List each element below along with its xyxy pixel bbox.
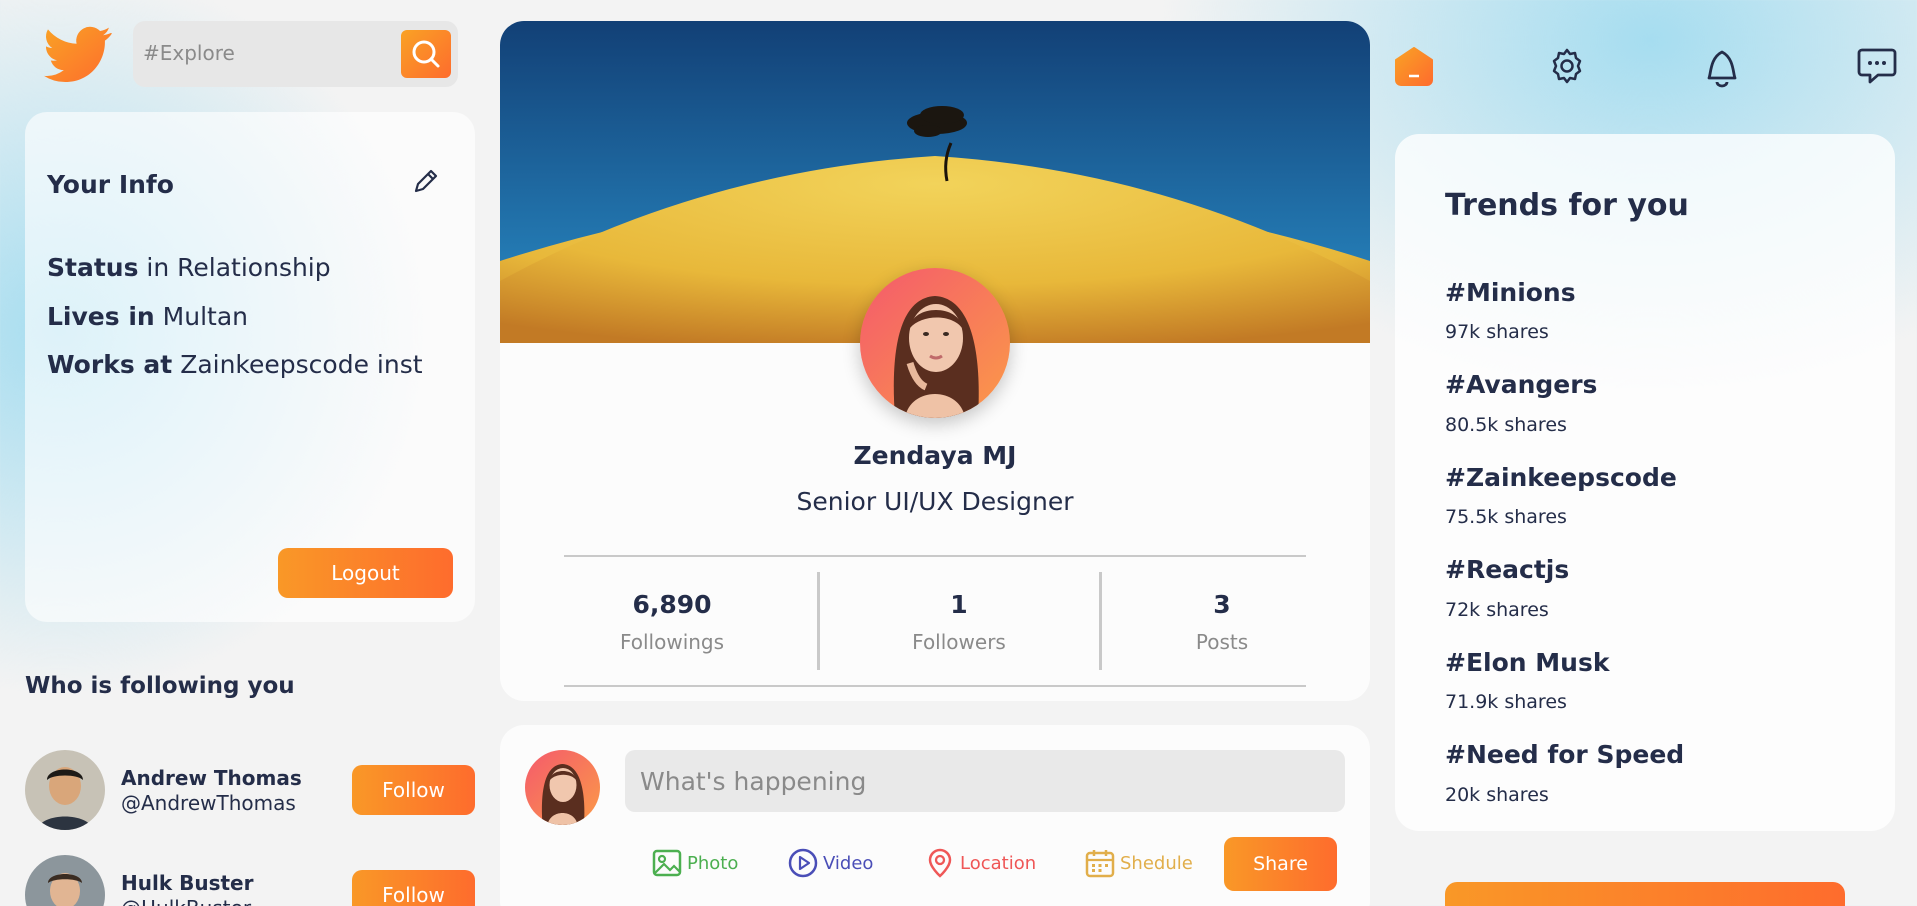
trend-tag[interactable]: #Zainkeepscode [1445, 463, 1677, 492]
follower-handle: @AndrewThomas [121, 791, 296, 815]
photo-label: Photo [687, 852, 739, 874]
stat-followers-label: Followers [912, 630, 1006, 654]
follow-button[interactable]: Follow [352, 765, 475, 815]
search-icon [412, 40, 440, 68]
trend-tag[interactable]: #Need for Speed [1445, 740, 1684, 769]
trend-tag[interactable]: #Elon Musk [1445, 648, 1609, 677]
gear-icon[interactable] [1545, 44, 1589, 88]
follower-handle: @HulkBuster [121, 896, 251, 906]
location-label: Location [960, 852, 1037, 874]
search-box [133, 21, 458, 87]
follower-name: Hulk Buster [121, 871, 254, 895]
calendar-icon [1085, 850, 1115, 878]
profile-name: Zendaya MJ [853, 441, 1017, 470]
trend-shares: 75.5k shares [1445, 506, 1567, 528]
info-label: Works at [47, 350, 173, 379]
info-row-status: Status in Relationship [47, 253, 331, 282]
info-value: in Relationship [146, 253, 331, 282]
stat-followings-label: Followings [619, 630, 725, 654]
chat-icon[interactable] [1855, 44, 1899, 88]
twitter-logo-icon[interactable] [40, 20, 116, 88]
profile-role: Senior UI/UX Designer [796, 487, 1074, 516]
location-icon [928, 848, 952, 878]
stat-followers-value: 1 [950, 590, 968, 619]
trend-shares: 20k shares [1445, 784, 1549, 806]
search-button[interactable] [401, 30, 451, 78]
stat-followings-value: 6,890 [632, 590, 712, 619]
photo-option[interactable]: Photo [651, 846, 738, 880]
trend-tag[interactable]: #Reactjs [1445, 555, 1569, 584]
notification-bell-icon[interactable] [1700, 44, 1744, 88]
trend-tag[interactable]: #Minions [1445, 278, 1576, 307]
share-action-button[interactable] [1445, 882, 1845, 906]
location-option[interactable]: Location [924, 846, 1036, 880]
stat-posts-value: 3 [1213, 590, 1231, 619]
divider [564, 555, 1306, 557]
search-input[interactable] [143, 35, 383, 71]
photo-icon [652, 849, 682, 877]
trend-shares: 97k shares [1445, 321, 1549, 343]
video-option[interactable]: Video [787, 846, 873, 880]
info-title: Your Info [47, 170, 174, 199]
divider [564, 685, 1306, 687]
trends-title: Trends for you [1445, 188, 1689, 223]
follower-name: Andrew Thomas [121, 766, 302, 790]
share-button[interactable]: Share [1224, 837, 1337, 891]
info-label: Lives in [47, 302, 155, 331]
info-row-lives-in: Lives in Multan [47, 302, 248, 331]
schedule-label: Shedule [1120, 852, 1193, 874]
followers-title: Who is following you [25, 673, 295, 699]
divider [817, 572, 820, 670]
trend-shares: 72k shares [1445, 599, 1549, 621]
schedule-option[interactable]: Shedule [1084, 846, 1193, 880]
avatar[interactable] [525, 750, 600, 825]
info-value: Multan [162, 302, 248, 331]
trend-tag[interactable]: #Avangers [1445, 370, 1597, 399]
home-icon[interactable] [1392, 44, 1436, 88]
info-label: Status [47, 253, 139, 282]
info-row-works-at: Works at Zainkeepscode inst [47, 350, 423, 379]
video-label: Video [823, 852, 874, 874]
avatar[interactable] [25, 750, 105, 830]
stat-posts-label: Posts [1195, 630, 1249, 654]
video-icon [788, 848, 818, 878]
edit-pencil-icon[interactable] [410, 165, 442, 197]
info-value: Zainkeepscode inst [180, 350, 423, 379]
avatar[interactable] [25, 855, 105, 906]
profile-avatar[interactable] [860, 268, 1010, 418]
logout-button[interactable]: Logout [278, 548, 453, 598]
post-input[interactable] [625, 750, 1345, 812]
trend-shares: 71.9k shares [1445, 691, 1567, 713]
follow-button[interactable]: Follow [352, 870, 475, 906]
divider [1099, 572, 1102, 670]
trend-shares: 80.5k shares [1445, 414, 1567, 436]
